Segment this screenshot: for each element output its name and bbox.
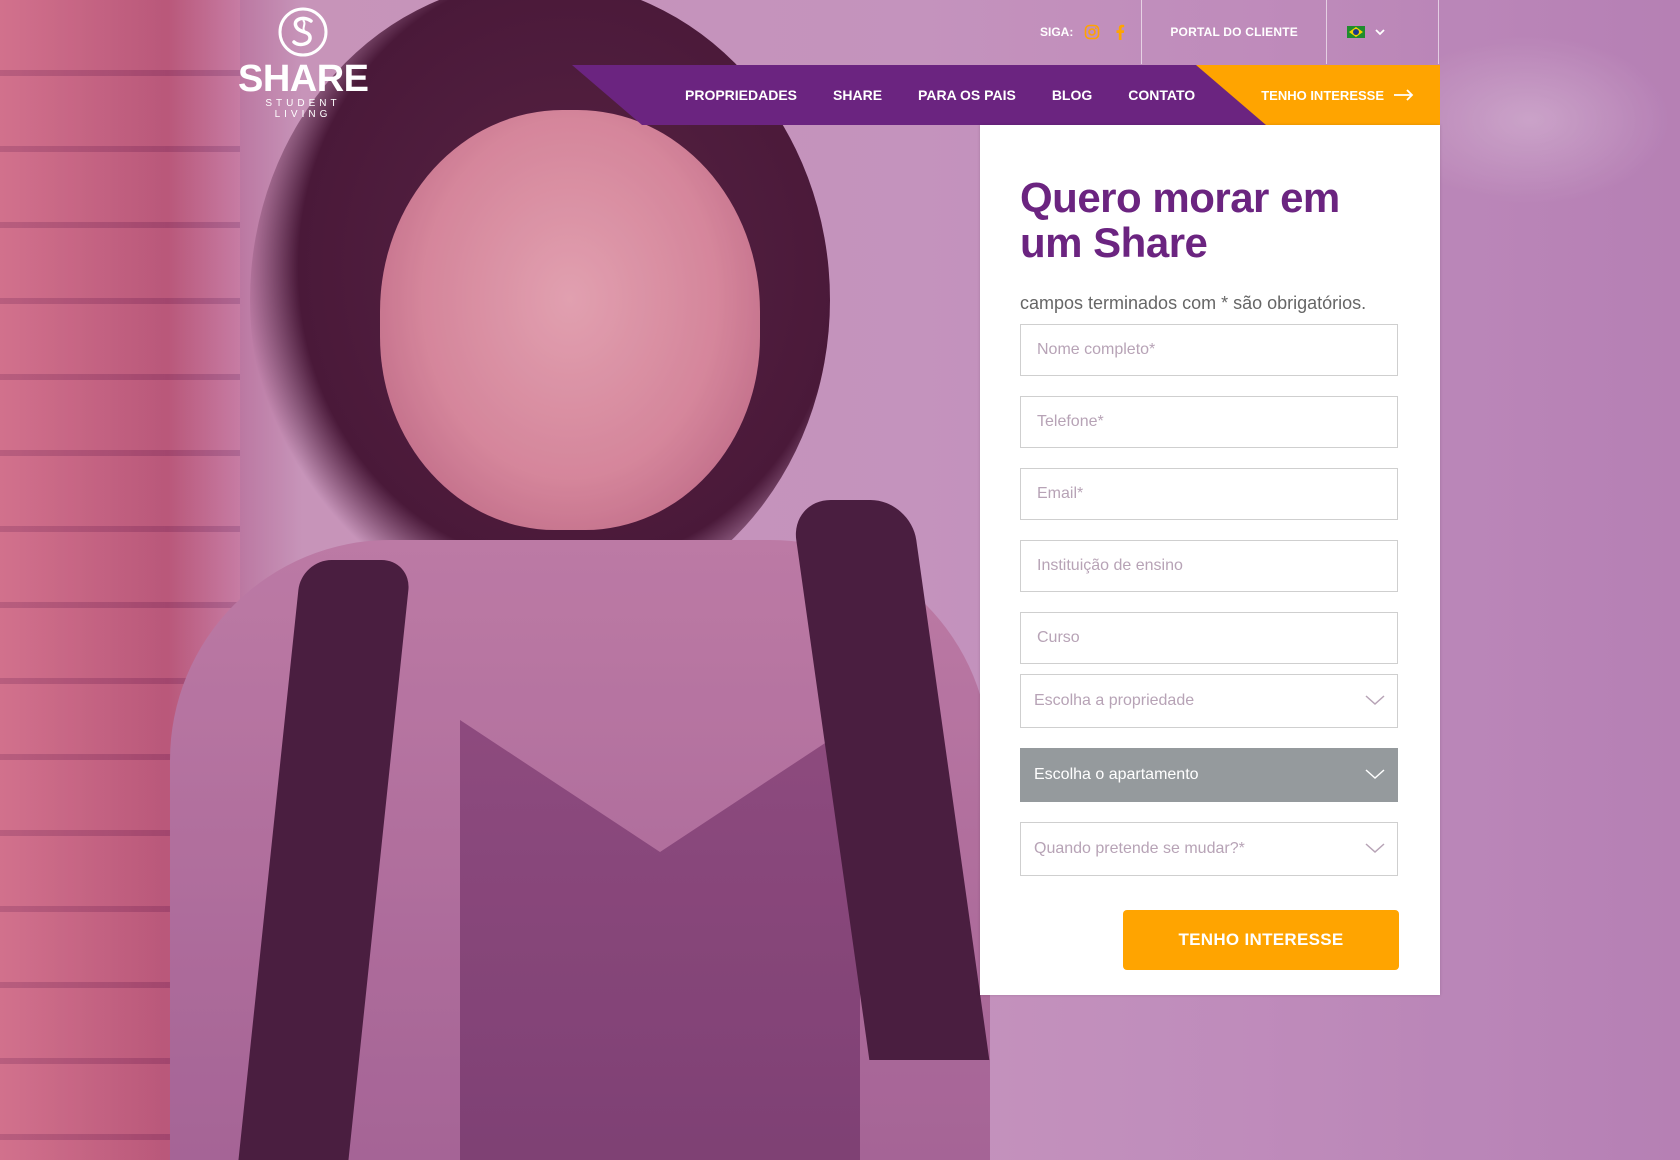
submit-interest-button[interactable]: TENHO INTERESSE [1123,910,1399,970]
move-date-select-value: Quando pretende se mudar?* [1034,840,1245,857]
follow-label: SIGA: [1040,25,1074,39]
email-field[interactable] [1020,468,1398,520]
nav-menu: PROPRIEDADES SHARE PARA OS PAIS BLOG CON… [667,65,1213,125]
main-nav: PROPRIEDADES SHARE PARA OS PAIS BLOG CON… [572,65,1440,125]
phone-field[interactable] [1020,396,1398,448]
logo-wordmark: SHARE [238,58,369,100]
nav-item-para-os-pais[interactable]: PARA OS PAIS [900,87,1034,103]
facebook-icon[interactable] [1111,23,1129,41]
arrow-right-icon [1394,89,1414,101]
brazil-flag-icon [1346,26,1365,38]
form-title: Quero morar em um Share [1020,174,1340,266]
email-input[interactable] [1021,469,1397,519]
client-portal-link[interactable]: PORTAL DO CLIENTE [1141,0,1327,64]
institution-field[interactable] [1020,540,1398,592]
nav-item-share[interactable]: SHARE [815,87,900,103]
interest-form-card: Quero morar em um Share campos terminado… [980,125,1440,995]
required-fields-note: campos terminados com * são obrigatórios… [1020,293,1367,313]
nav-interest-label: TENHO INTERESSE [1261,87,1384,103]
social-links: SIGA: [1020,0,1141,64]
name-field[interactable] [1020,324,1398,376]
institution-input[interactable] [1021,541,1397,591]
nav-item-contato[interactable]: CONTATO [1110,87,1213,103]
top-utility-bar: SIGA: PORTAL DO CLIENTE [1020,0,1440,64]
language-selector[interactable] [1327,0,1405,64]
name-input[interactable] [1021,325,1397,375]
chevron-down-icon [1375,28,1385,35]
phone-input[interactable] [1021,397,1397,447]
course-input[interactable] [1021,613,1397,663]
topbar-divider [1438,0,1439,64]
share-logo-icon [278,7,328,57]
property-select-value: Escolha a propriedade [1034,692,1195,709]
chevron-down-icon [1365,843,1385,854]
apartment-select[interactable]: Escolha o apartamento [1020,748,1398,802]
property-select[interactable]: Escolha a propriedade [1020,674,1398,728]
apartment-select-value: Escolha o apartamento [1034,766,1199,783]
course-field[interactable] [1020,612,1398,664]
instagram-icon[interactable] [1083,23,1101,41]
nav-item-blog[interactable]: BLOG [1034,87,1110,103]
move-date-select[interactable]: Quando pretende se mudar?* [1020,822,1398,876]
logo-tagline: STUDENT LIVING [265,98,341,120]
chevron-down-icon [1365,769,1385,780]
nav-item-propriedades[interactable]: PROPRIEDADES [667,87,815,103]
chevron-down-icon [1365,695,1385,706]
site-logo[interactable]: SHARE STUDENT LIVING [238,6,369,120]
